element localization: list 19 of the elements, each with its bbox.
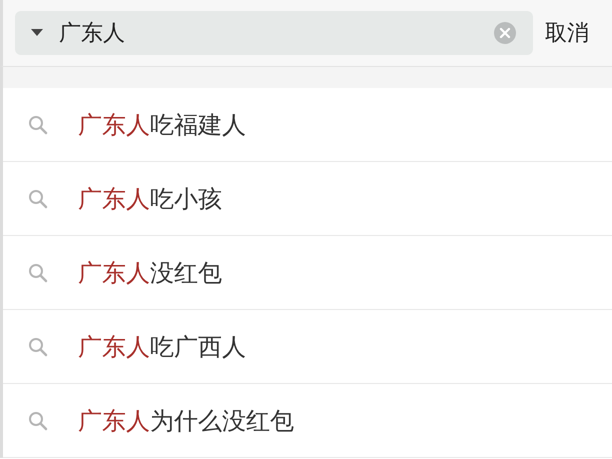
search-query[interactable]: 广东人 [59,16,493,50]
search-field[interactable]: 广东人 [15,11,533,55]
search-icon [28,114,48,134]
suggestion-item[interactable]: 广东人吃广西人 [3,310,612,384]
suggestion-item[interactable]: 广东人为什么没红包 [3,384,612,458]
suggestion-item[interactable]: 广东人没红包 [3,236,612,310]
suggestion-text: 广东人吃小孩 [78,184,222,214]
search-icon [28,410,48,430]
search-icon [28,188,48,208]
suggestion-item[interactable]: 广东人吃福建人 [3,88,612,162]
suggestion-text: 广东人为什么没红包 [78,406,294,436]
caret-icon[interactable] [31,29,43,37]
suggestion-item[interactable]: 广东人吃小孩 [3,162,612,236]
suggestion-text: 广东人吃广西人 [78,332,246,362]
search-icon [28,262,48,282]
suggestion-text: 广东人没红包 [78,258,222,288]
search-icon [28,336,48,356]
suggestion-text: 广东人吃福建人 [78,110,246,140]
cancel-button[interactable]: 取消 [545,16,589,50]
